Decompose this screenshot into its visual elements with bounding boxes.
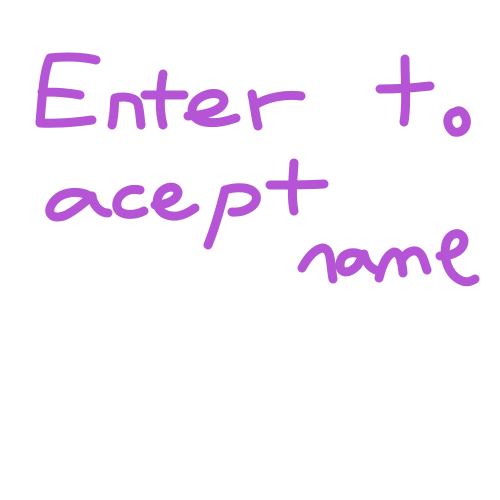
stroke-c [112, 184, 149, 219]
stroke-n2 [297, 243, 338, 284]
stroke-n1 [107, 92, 146, 130]
stroke-e1 [183, 89, 241, 128]
handwritten-text-drawing [35, 52, 480, 287]
drawing-canvas[interactable]: Enter to acept name [0, 0, 500, 500]
stroke-t3 [265, 158, 329, 216]
stroke-t2 [375, 54, 435, 127]
stroke-t1 [140, 69, 189, 130]
stroke-o [443, 106, 471, 137]
stroke-r [247, 89, 306, 131]
stroke-E [35, 52, 101, 128]
stroke-e3 [435, 229, 480, 287]
stroke-e2 [150, 182, 200, 221]
stroke-a [45, 187, 113, 222]
stroke-m [374, 246, 432, 283]
stroke-p [203, 183, 261, 250]
stroke-a2 [335, 248, 385, 277]
handwriting-strokes [35, 52, 480, 287]
